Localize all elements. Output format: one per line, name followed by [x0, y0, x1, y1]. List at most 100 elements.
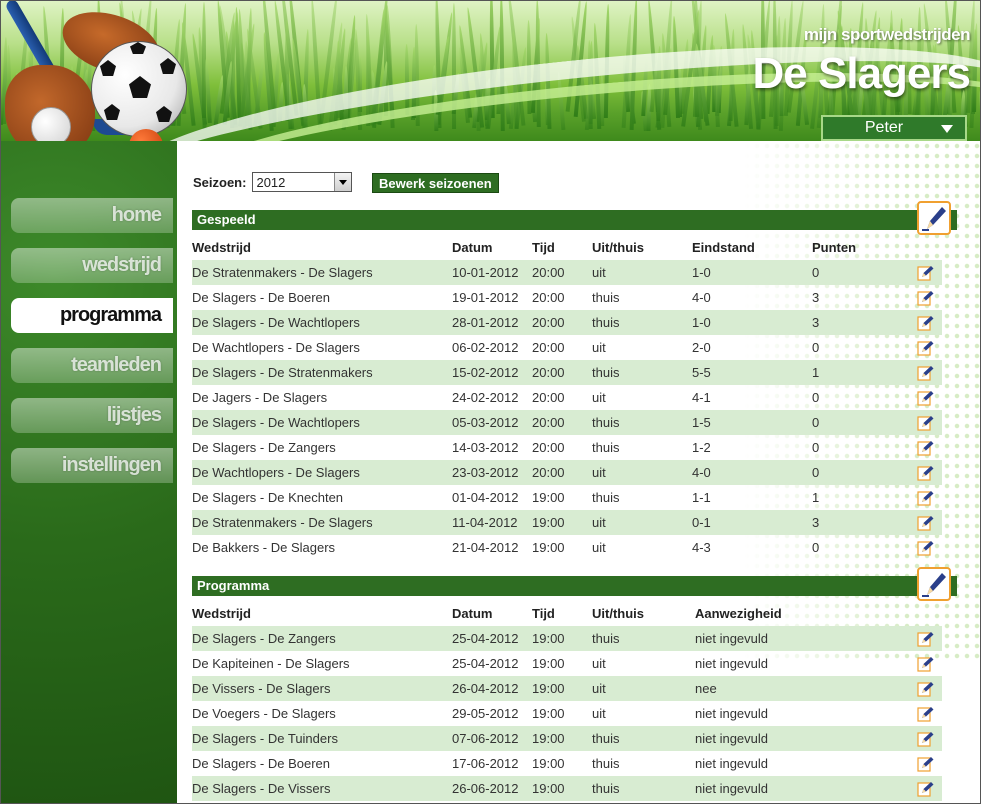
played-cell-datum: 23-03-2012 — [452, 460, 532, 485]
played-cell-eindstand: 4-1 — [692, 390, 711, 405]
column-header: Tijd — [532, 240, 555, 255]
edit-pencil-icon[interactable] — [917, 515, 935, 531]
soccer-ball-icon — [91, 41, 187, 137]
played-cell-tijd: 20:00 — [532, 340, 565, 355]
table-row: De Slagers - De Wachtlopers 05-03-2012 20:… — [192, 410, 942, 435]
edit-pencil-icon[interactable] — [917, 440, 935, 456]
edit-pencil-icon[interactable] — [917, 756, 935, 772]
table-row: De Jagers - De Slagers 24-02-2012 20:00 uit… — [192, 385, 942, 410]
program-cell-tijd: 19:00 — [532, 656, 565, 671]
column-header: Datum — [452, 240, 493, 255]
table-row: De Slagers - De Tuinders 07-06-2012 19:00 t… — [192, 726, 942, 751]
program-cell-wedstrijd: De Kapiteinen - De Slagers — [192, 656, 350, 671]
program-cell-datum: 26-06-2012 — [452, 776, 532, 801]
program-cell-tijd: 19:00 — [532, 726, 592, 751]
row-edit-cell — [917, 626, 942, 651]
program-cell-aanwezigheid: niet ingevuld — [695, 726, 917, 751]
edit-pencil-icon[interactable] — [917, 631, 935, 647]
column-header: Punten — [812, 240, 857, 255]
edit-pencil-icon[interactable] — [917, 415, 935, 431]
edit-pencil-icon[interactable] — [917, 656, 935, 672]
nav-item-lijstjes[interactable]: lijstjes — [11, 398, 173, 433]
nav-item-wedstrijd[interactable]: wedstrijd — [11, 248, 173, 283]
program-cell-wedstrijd: De Slagers - De Vissers — [192, 776, 452, 801]
played-cell-wedstrijd: De Slagers - De Zangers — [192, 440, 336, 455]
played-cell-datum: 15-02-2012 — [452, 360, 532, 385]
edit-pencil-icon[interactable] — [917, 781, 935, 797]
played-cell-wedstrijd: De Jagers - De Slagers — [192, 390, 328, 405]
program-cell-wedstrijd: De Vissers - De Slagers — [192, 676, 452, 701]
edit-pencil-icon[interactable] — [917, 540, 935, 556]
played-cell-punten: 1 — [812, 360, 917, 385]
program-cell-uitthuis: thuis — [592, 726, 695, 751]
played-cell-uitthuis: uit — [592, 460, 692, 485]
edit-pencil-icon[interactable] — [917, 465, 935, 481]
edit-pencil-icon[interactable] — [917, 681, 935, 697]
played-cell-eindstand: 4-0 — [692, 290, 711, 305]
table-row: De Wachtlopers - De Slagers 06-02-2012 20:… — [192, 335, 942, 360]
section-header-played: Gespeeld — [192, 210, 957, 230]
played-cell-punten: 0 — [812, 260, 917, 285]
program-cell-wedstrijd: De Slagers - De Zangers — [192, 626, 452, 651]
nav-item-instellingen[interactable]: instellingen — [11, 448, 173, 483]
edit-pencil-icon[interactable] — [917, 731, 935, 747]
user-menu-dropdown[interactable]: Peter — [821, 115, 967, 141]
program-cell-datum: 17-06-2012 — [452, 756, 519, 771]
season-label: Seizoen: — [193, 174, 247, 190]
program-cell-datum: 25-04-2012 — [452, 626, 532, 651]
played-cell-uitthuis: uit — [592, 540, 606, 555]
table-row: De Stratenmakers - De Slagers 10-01-2012 2… — [192, 260, 942, 285]
edit-pencil-icon[interactable] — [917, 390, 935, 406]
row-edit-cell — [917, 676, 942, 701]
edit-pencil-icon[interactable] — [917, 490, 935, 506]
brand-subtitle: mijn sportwedstrijden — [803, 25, 971, 44]
nav-item-teamleden[interactable]: teamleden — [11, 348, 173, 383]
row-edit-cell — [917, 335, 942, 360]
nav-item-programma[interactable]: programma — [11, 298, 173, 333]
played-cell-tijd: 19:00 — [532, 540, 565, 555]
row-edit-cell — [917, 535, 942, 560]
played-cell-tijd: 20:00 — [532, 260, 592, 285]
played-cell-wedstrijd: De Slagers - De Wachtlopers — [192, 310, 452, 335]
row-edit-cell — [917, 776, 942, 801]
played-cell-eindstand: 0-1 — [692, 510, 812, 535]
program-cell-wedstrijd: De Voegers - De Slagers — [192, 706, 336, 721]
edit-pencil-icon[interactable] — [917, 265, 935, 281]
column-header: Wedstrijd — [192, 606, 251, 621]
played-cell-wedstrijd: De Slagers - De Wachtlopers — [192, 410, 452, 435]
edit-seasons-button[interactable]: Bewerk seizoenen — [372, 173, 499, 193]
played-cell-uitthuis: thuis — [592, 440, 620, 455]
program-cell-aanwezigheid: niet ingevuld — [695, 656, 768, 671]
baseball-icon — [31, 107, 71, 141]
played-table: Wedstrijd Datum Tijd Uit/thuis Eindstand… — [192, 235, 942, 560]
table-row: De Slagers - De Boeren 17-06-2012 19:00 thu… — [192, 751, 942, 776]
column-header: Uit/thuis — [592, 240, 644, 255]
column-header: Eindstand — [692, 240, 755, 255]
edit-section-icon[interactable] — [917, 201, 951, 235]
edit-pencil-icon[interactable] — [917, 290, 935, 306]
played-cell-uitthuis: uit — [592, 340, 606, 355]
edit-pencil-icon[interactable] — [917, 340, 935, 356]
edit-pencil-icon[interactable] — [917, 706, 935, 722]
played-cell-eindstand: 1-1 — [692, 490, 711, 505]
played-cell-punten: 3 — [812, 290, 820, 305]
row-edit-cell — [917, 410, 942, 435]
season-selector-row: Seizoen: 2012 — [193, 171, 353, 193]
column-header: Aanwezigheid — [695, 606, 782, 621]
row-edit-cell — [917, 260, 942, 285]
nav-item-home[interactable]: home — [11, 198, 173, 233]
program-cell-datum: 25-04-2012 — [452, 656, 519, 671]
edit-section-icon[interactable] — [917, 567, 951, 601]
edit-pencil-icon[interactable] — [917, 315, 935, 331]
season-select[interactable]: 2012 — [252, 172, 353, 192]
program-cell-uitthuis: thuis — [592, 756, 620, 771]
row-edit-cell — [917, 510, 942, 535]
table-row: De Slagers - De Wachtlopers 28-01-2012 20:… — [192, 310, 942, 335]
table-row: De Slagers - De Stratenmakers 15-02-2012 2… — [192, 360, 942, 385]
played-cell-datum: 19-01-2012 — [452, 290, 519, 305]
row-edit-cell — [917, 701, 942, 726]
row-edit-cell — [917, 751, 942, 776]
sidebar: home wedstrijd programma teamleden lijst… — [1, 141, 177, 803]
played-cell-tijd: 19:00 — [532, 510, 592, 535]
edit-pencil-icon[interactable] — [917, 365, 935, 381]
